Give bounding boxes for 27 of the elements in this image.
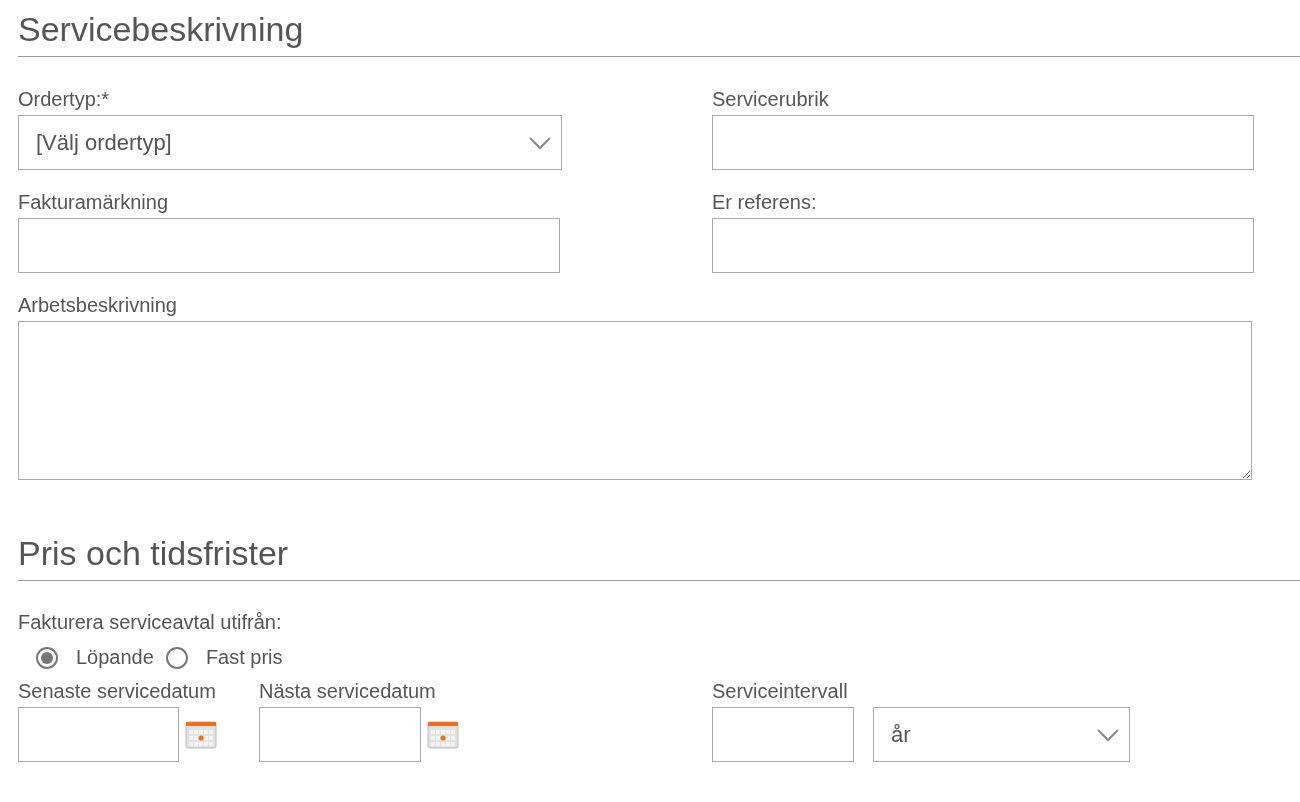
field-label: Serviceintervall	[712, 679, 849, 703]
radio-option[interactable]: Fast pris	[165, 646, 283, 669]
field-label: Ordertyp:*	[18, 87, 111, 111]
section-title: Pris och tidsfrister	[18, 533, 290, 574]
calendar-icon[interactable]	[427, 720, 459, 749]
field-label: Fakturamärkning	[18, 190, 170, 214]
field-label: Fakturera serviceavtal utifrån:	[18, 611, 283, 634]
interval-unit-dropdown[interactable]: år	[873, 707, 1130, 762]
field-label: Er referens:	[712, 190, 818, 214]
field-label: Senaste servicedatum	[18, 679, 217, 703]
radio-option[interactable]: Löpande	[36, 646, 154, 669]
order-type-dropdown[interactable]: [Välj ordertyp]	[18, 115, 562, 170]
input-field[interactable]	[712, 707, 854, 762]
field-label: Nästa servicedatum	[259, 679, 437, 703]
section-title: Servicebeskrivning	[18, 9, 305, 50]
radio-circle[interactable]	[165, 646, 188, 669]
chevron-down-icon	[529, 135, 551, 150]
input-field[interactable]	[712, 115, 1254, 170]
field-label: Arbetsbeskrivning	[18, 293, 178, 317]
input-field[interactable]	[712, 218, 1254, 273]
field-label: Servicerubrik	[712, 87, 830, 111]
date-field[interactable]	[18, 707, 179, 762]
input-field[interactable]	[18, 218, 560, 273]
calendar-icon[interactable]	[185, 720, 217, 749]
radio-circle[interactable]	[36, 646, 58, 669]
chevron-down-icon	[1097, 727, 1119, 742]
date-field[interactable]	[259, 707, 421, 762]
